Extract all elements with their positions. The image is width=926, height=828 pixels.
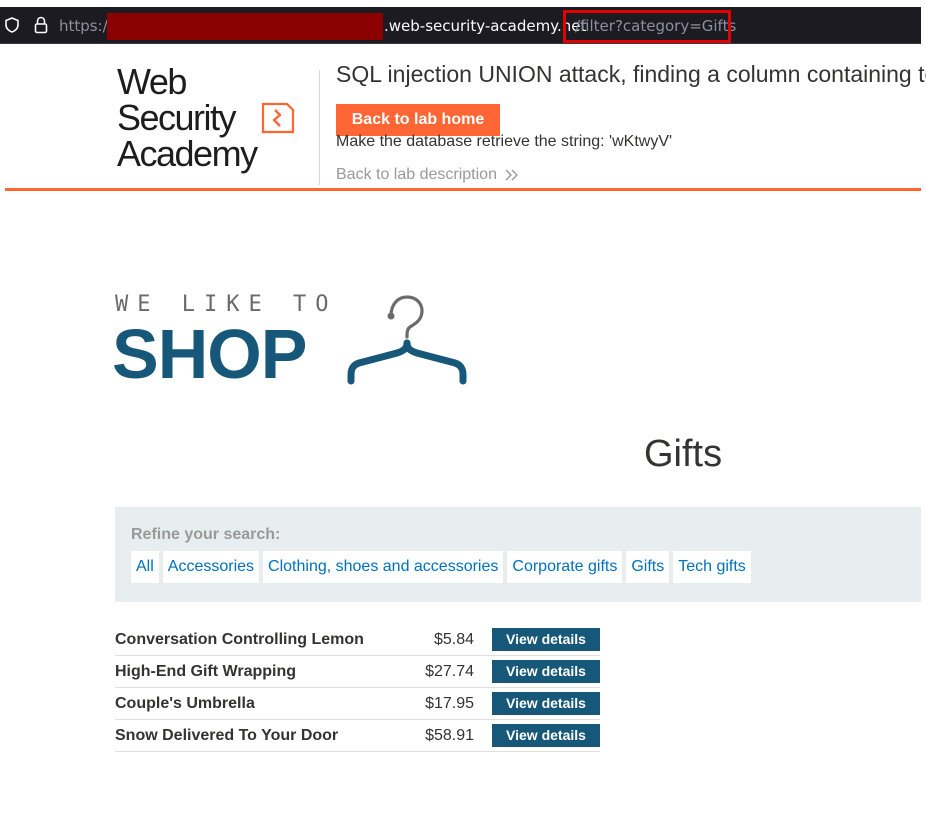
- filter-all[interactable]: All: [131, 551, 159, 583]
- product-name: Conversation Controlling Lemon: [115, 631, 364, 648]
- logo-line-2: Academy: [117, 133, 258, 174]
- filter-tech-gifts[interactable]: Tech gifts: [673, 551, 751, 583]
- product-name: Couple's Umbrella: [115, 695, 255, 712]
- filter-corporate-gifts[interactable]: Corporate gifts: [507, 551, 623, 583]
- product-name: Snow Delivered To Your Door: [115, 727, 339, 744]
- table-row: Conversation Controlling Lemon $5.84 Vie…: [115, 624, 600, 656]
- filter-panel: Refine your search: All Accessories Clot…: [115, 507, 921, 602]
- back-to-lab-description-link[interactable]: Back to lab description: [336, 166, 497, 184]
- url-redaction: [107, 13, 383, 40]
- product-price: $27.74: [425, 663, 474, 680]
- product-price: $58.91: [425, 727, 474, 744]
- logo-mark-icon: [261, 102, 295, 134]
- lab-title: SQL injection UNION attack, finding a co…: [336, 61, 926, 87]
- page-heading: Gifts: [644, 433, 723, 475]
- view-details-button[interactable]: View details: [492, 660, 600, 683]
- product-table: Conversation Controlling Lemon $5.84 Vie…: [115, 624, 600, 752]
- product-price: $17.95: [425, 695, 474, 712]
- shop-tagline: WE LIKE TO: [115, 292, 338, 317]
- lab-objective: Make the database retrieve the string: '…: [336, 133, 673, 150]
- view-details-button[interactable]: View details: [492, 724, 600, 747]
- web-security-academy-logo[interactable]: Web Security Academy: [117, 64, 302, 172]
- table-row: Snow Delivered To Your Door $58.91 View …: [115, 720, 600, 752]
- hanger-icon: [347, 295, 467, 385]
- shop-wordmark: SHOP: [112, 315, 307, 393]
- lock-icon[interactable]: [34, 16, 48, 34]
- header-divider: [319, 70, 320, 185]
- shield-icon[interactable]: [5, 17, 19, 33]
- url-scheme: https://: [59, 17, 113, 35]
- address-bar[interactable]: https:// .web-security-academy.net /filt…: [0, 7, 921, 44]
- filter-accessories[interactable]: Accessories: [162, 551, 260, 583]
- product-price: $5.84: [433, 631, 474, 648]
- chevron-double-right-icon: [505, 169, 518, 181]
- refine-search-label: Refine your search:: [131, 526, 281, 543]
- view-details-button[interactable]: View details: [492, 628, 600, 651]
- table-row: High-End Gift Wrapping $27.74 View detai…: [115, 656, 600, 688]
- product-name: High-End Gift Wrapping: [115, 663, 297, 680]
- table-row: Couple's Umbrella $17.95 View details: [115, 688, 600, 720]
- filter-clothing[interactable]: Clothing, shoes and accessories: [263, 551, 504, 583]
- back-to-lab-home-button[interactable]: Back to lab home: [336, 104, 500, 136]
- url-highlight-box: [563, 10, 731, 43]
- category-filters: All Accessories Clothing, shoes and acce…: [131, 551, 751, 583]
- view-details-button[interactable]: View details: [492, 692, 600, 715]
- header-orange-rule: [5, 188, 921, 191]
- url-host: .web-security-academy.net: [384, 17, 587, 35]
- browser-toolbar: https:// .web-security-academy.net /filt…: [0, 0, 926, 46]
- filter-gifts[interactable]: Gifts: [626, 551, 670, 583]
